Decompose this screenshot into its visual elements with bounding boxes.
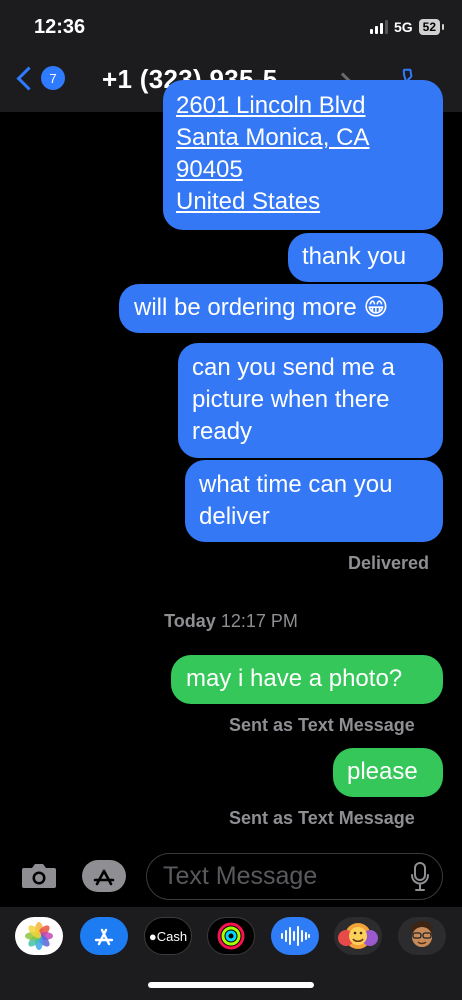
memoji-icon[interactable] xyxy=(398,917,446,955)
fitness-activity-icon[interactable] xyxy=(207,917,255,955)
microphone-icon[interactable] xyxy=(410,862,430,892)
battery-icon: 52 xyxy=(418,19,445,35)
status-time: 12:36 xyxy=(34,16,86,38)
camera-icon[interactable] xyxy=(20,860,58,892)
status-indicators: 5G 52 xyxy=(369,19,445,35)
timestamp: Today 12:17 PM xyxy=(0,611,462,632)
audio-message-icon[interactable] xyxy=(271,917,319,955)
timestamp-time: 12:17 PM xyxy=(220,611,298,631)
address-bubble[interactable]: 2601 Lincoln Blvd Santa Monica, CA 90405… xyxy=(163,80,443,230)
message-input[interactable]: Text Message xyxy=(146,853,443,900)
message-bubble[interactable]: can you send me a picture when there rea… xyxy=(178,343,443,458)
address-line[interactable]: 2601 Lincoln Blvd xyxy=(176,90,431,122)
app-store-icon[interactable] xyxy=(82,860,126,892)
network-type: 5G xyxy=(393,19,413,35)
memoji-stickers-icon[interactable] xyxy=(334,917,382,955)
cellular-signal-icon xyxy=(369,20,388,34)
message-bubble[interactable]: what time can you deliver xyxy=(185,460,443,542)
apple-cash-icon[interactable]: ● Cash xyxy=(144,917,192,955)
photos-app-icon[interactable] xyxy=(15,917,63,955)
address-line[interactable]: United States xyxy=(176,186,431,218)
unread-badge: 7 xyxy=(41,66,65,90)
timestamp-day: Today xyxy=(164,611,216,631)
chevron-left-icon xyxy=(16,65,41,91)
app-store-app-icon[interactable] xyxy=(80,917,128,955)
address-line[interactable]: 90405 xyxy=(176,154,431,186)
address-line[interactable]: Santa Monica, CA xyxy=(176,122,431,154)
home-indicator[interactable] xyxy=(148,982,314,988)
sent-as-text-note: Sent as Text Message xyxy=(229,715,415,735)
message-bubble[interactable]: please xyxy=(333,748,443,797)
message-bubble[interactable]: will be ordering more 😁 xyxy=(119,284,443,333)
message-bubble[interactable]: thank you xyxy=(288,233,443,282)
back-button[interactable]: 7 xyxy=(16,65,65,91)
message-bubble[interactable]: may i have a photo? xyxy=(171,655,443,704)
message-input-placeholder: Text Message xyxy=(163,862,318,890)
apple-cash-label: Cash xyxy=(156,928,188,944)
delivered-status: Delivered xyxy=(348,553,430,573)
sent-as-text-note: Sent as Text Message xyxy=(229,808,415,828)
